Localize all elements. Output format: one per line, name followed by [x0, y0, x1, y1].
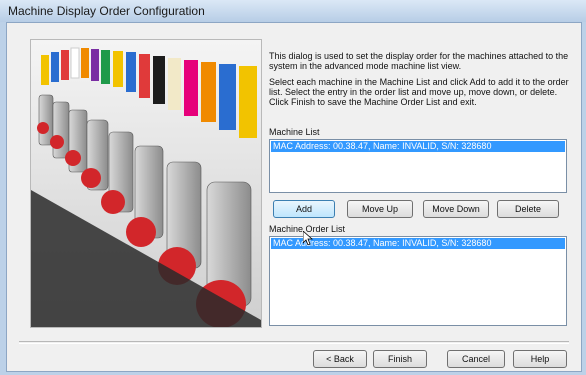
dialog-body: This dialog is used to set the display o… — [6, 22, 582, 372]
machine-list[interactable]: MAC Address: 00.38.47, Name: INVALID, S/… — [269, 139, 567, 193]
machine-list-item[interactable]: MAC Address: 00.38.47, Name: INVALID, S/… — [271, 141, 565, 152]
cancel-button[interactable]: Cancel — [447, 350, 505, 368]
mouse-pointer-icon — [303, 231, 313, 245]
window-title: Machine Display Order Configuration — [8, 4, 205, 18]
instructions-text: This dialog is used to set the display o… — [269, 51, 569, 113]
instructions-paragraph-2: Select each machine in the Machine List … — [269, 77, 569, 107]
move-down-button[interactable]: Move Down — [423, 200, 489, 218]
machine-order-list[interactable]: MAC Address: 00.38.47, Name: INVALID, S/… — [269, 236, 567, 326]
dialog-window: Machine Display Order Configuration This… — [0, 0, 586, 375]
title-bar[interactable]: Machine Display Order Configuration — [0, 0, 586, 22]
add-button[interactable]: Add — [273, 200, 335, 218]
finish-button[interactable]: Finish — [373, 350, 427, 368]
footer-separator — [19, 341, 569, 344]
move-up-button[interactable]: Move Up — [347, 200, 413, 218]
embroidery-machines-photo — [30, 39, 262, 328]
instructions-paragraph-1: This dialog is used to set the display o… — [269, 51, 569, 71]
delete-button[interactable]: Delete — [497, 200, 559, 218]
order-list-item[interactable]: MAC Address: 00.38.47, Name: INVALID, S/… — [271, 238, 565, 249]
machine-list-label: Machine List — [269, 127, 320, 137]
help-button[interactable]: Help — [513, 350, 567, 368]
back-button[interactable]: < Back — [313, 350, 367, 368]
